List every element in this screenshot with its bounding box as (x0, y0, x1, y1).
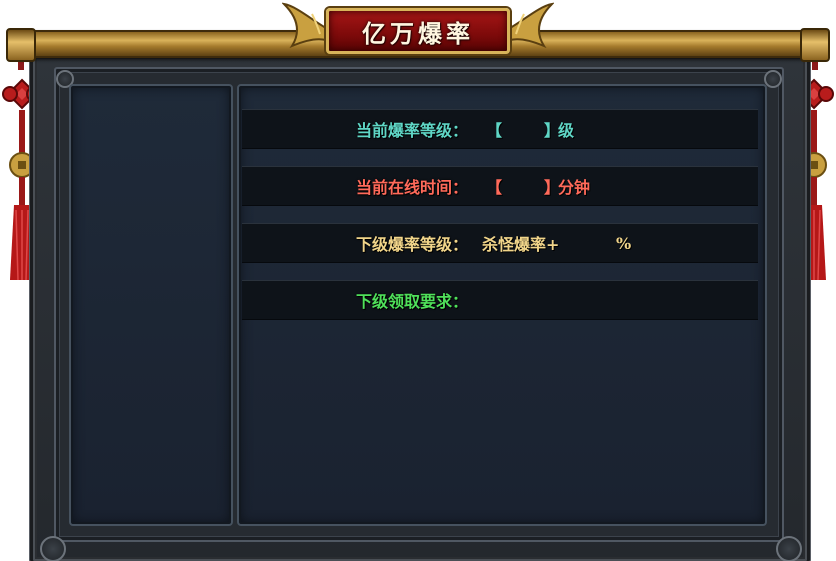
top-bar-left-cap (6, 28, 36, 62)
next-claim-requirement-row: 下级领取要求： (242, 280, 758, 320)
corner-ornament-top-right (764, 70, 782, 88)
current-online-time-label: 当前在线时间： (356, 178, 469, 197)
current-online-time-bracket-open: 【 (486, 178, 503, 197)
left-content-panel (69, 84, 233, 526)
corner-ornament-bottom-right (776, 536, 802, 561)
title-plaque: 亿万爆率 (326, 8, 510, 54)
current-drop-level-label: 当前爆率等级： (356, 121, 469, 140)
current-drop-level-bracket-open: 【 (486, 121, 503, 140)
next-drop-level-label: 下级爆率等级： (356, 235, 469, 254)
next-drop-level-row: 下级爆率等级： 杀怪爆率+ % (242, 223, 758, 263)
next-drop-rate-percent: % (616, 233, 632, 253)
current-online-time-row: 当前在线时间： 【 】 分钟 (242, 166, 758, 206)
current-drop-level-row: 当前爆率等级： 【 】 级 (242, 109, 758, 149)
window-title: 亿万爆率 (362, 18, 474, 48)
current-drop-level-unit: 级 (558, 121, 575, 140)
current-online-time-unit: 分钟 (558, 178, 591, 197)
next-drop-rate-prefix: 杀怪爆率+ (482, 235, 560, 254)
next-claim-requirement-label: 下级领取要求： (356, 292, 469, 311)
corner-ornament-bottom-left (40, 536, 66, 561)
top-bar-right-cap (800, 28, 830, 62)
